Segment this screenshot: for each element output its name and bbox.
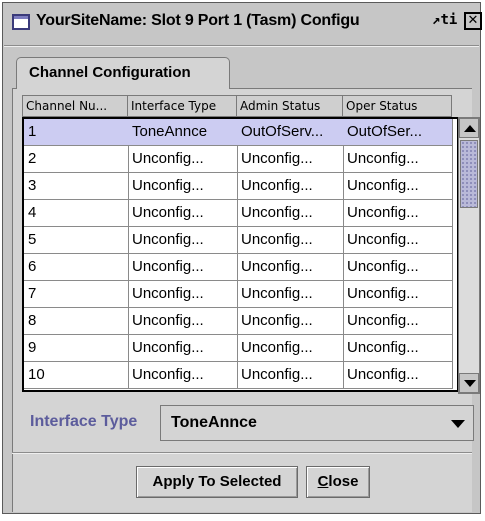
table-cell[interactable]: OutOfServ...	[237, 119, 344, 146]
scroll-thumb[interactable]	[460, 140, 478, 208]
column-header-interface-type[interactable]: Interface Type	[127, 95, 237, 117]
scroll-up-icon	[464, 125, 476, 132]
dropdown-arrow-icon	[451, 420, 465, 428]
table-cell[interactable]: 1	[24, 119, 129, 146]
table-cell[interactable]: Unconfig...	[237, 281, 344, 308]
table-cell[interactable]: Unconfig...	[343, 254, 453, 281]
table-row[interactable]: 1 ToneAnnce OutOfServ... OutOfSer...	[24, 119, 457, 146]
tab-label: Channel Configuration	[29, 64, 191, 81]
table-row[interactable]: 9 Unconfig... Unconfig... Unconfig...	[24, 335, 457, 362]
table-row[interactable]: 4 Unconfig... Unconfig... Unconfig...	[24, 200, 457, 227]
table-cell[interactable]: Unconfig...	[237, 227, 344, 254]
table-cell[interactable]: Unconfig...	[237, 146, 344, 173]
scroll-down-button[interactable]	[459, 373, 479, 393]
table-cell[interactable]: Unconfig...	[343, 173, 453, 200]
table-cell[interactable]: Unconfig...	[343, 362, 453, 389]
table-cell[interactable]: Unconfig...	[237, 200, 344, 227]
table-row[interactable]: 7 Unconfig... Unconfig... Unconfig...	[24, 281, 457, 308]
table-cell[interactable]: 6	[24, 254, 129, 281]
table-cell[interactable]: ToneAnnce	[128, 119, 238, 146]
interface-type-dropdown[interactable]: ToneAnnce	[160, 405, 474, 441]
table-cell[interactable]: Unconfig...	[237, 308, 344, 335]
table-cell[interactable]: Unconfig...	[237, 335, 344, 362]
scroll-down-icon	[464, 380, 476, 387]
table-row[interactable]: 3 Unconfig... Unconfig... Unconfig...	[24, 173, 457, 200]
table-cell[interactable]: Unconfig...	[237, 173, 344, 200]
table-cell[interactable]: Unconfig...	[128, 308, 238, 335]
apply-to-selected-button[interactable]: Apply To Selected	[136, 466, 298, 498]
footer-divider	[12, 452, 472, 454]
table-cell[interactable]: Unconfig...	[128, 335, 238, 362]
table-cell[interactable]: Unconfig...	[343, 281, 453, 308]
table-row[interactable]: 6 Unconfig... Unconfig... Unconfig...	[24, 254, 457, 281]
table-row[interactable]: 8 Unconfig... Unconfig... Unconfig...	[24, 308, 457, 335]
title-bar[interactable]: YourSiteName: Slot 9 Port 1 (Tasm) Confi…	[4, 4, 482, 42]
table-cell[interactable]: OutOfSer...	[343, 119, 453, 146]
table-cell[interactable]: Unconfig...	[128, 362, 238, 389]
table-cell[interactable]: Unconfig...	[343, 200, 453, 227]
close-mnemonic: C	[317, 473, 329, 490]
table-cell[interactable]: Unconfig...	[128, 146, 238, 173]
channel-table: Channel Nu... Interface Type Admin Statu…	[22, 95, 480, 395]
table-cell[interactable]: Unconfig...	[343, 335, 453, 362]
table-cell[interactable]: 3	[24, 173, 129, 200]
table-cell[interactable]: Unconfig...	[343, 227, 453, 254]
interface-type-label: Interface Type	[30, 413, 138, 430]
table-cell[interactable]: 5	[24, 227, 129, 254]
table-header: Channel Nu... Interface Type Admin Statu…	[22, 95, 457, 117]
table-cell[interactable]: Unconfig...	[128, 200, 238, 227]
tab-channel-configuration[interactable]: Channel Configuration	[16, 57, 230, 89]
table-cell[interactable]: Unconfig...	[343, 308, 453, 335]
column-header-admin-status[interactable]: Admin Status	[236, 95, 343, 117]
table-cell[interactable]: Unconfig...	[128, 173, 238, 200]
table-cell[interactable]: 7	[24, 281, 129, 308]
table-cell[interactable]: 2	[24, 146, 129, 173]
table-cell[interactable]: 10	[24, 362, 129, 389]
table-cell[interactable]: Unconfig...	[128, 227, 238, 254]
table-cell[interactable]: Unconfig...	[237, 254, 344, 281]
table-cell[interactable]: Unconfig...	[237, 362, 344, 389]
table-row[interactable]: 10 Unconfig... Unconfig... Unconfig...	[24, 362, 457, 389]
table-body: 1 ToneAnnce OutOfServ... OutOfSer... 2 Unconf…	[22, 117, 459, 392]
window-icon	[12, 14, 30, 30]
column-header-oper-status[interactable]: Oper Status	[342, 95, 452, 117]
table-cell[interactable]: 4	[24, 200, 129, 227]
close-icon[interactable]: ✕	[464, 12, 482, 30]
table-row[interactable]: 2 Unconfig... Unconfig... Unconfig...	[24, 146, 457, 173]
title-divider	[4, 45, 479, 47]
table-cell[interactable]: 9	[24, 335, 129, 362]
table-cell[interactable]: Unconfig...	[343, 146, 453, 173]
column-header-channel-number[interactable]: Channel Nu...	[22, 95, 128, 117]
table-cell[interactable]: 8	[24, 308, 129, 335]
table-row[interactable]: 5 Unconfig... Unconfig... Unconfig...	[24, 227, 457, 254]
table-cell[interactable]: Unconfig...	[128, 281, 238, 308]
vertical-scrollbar[interactable]	[458, 117, 480, 394]
interface-type-value: ToneAnnce	[171, 414, 257, 431]
scroll-up-button[interactable]	[459, 118, 479, 138]
table-cell[interactable]: Unconfig...	[128, 254, 238, 281]
restore-icon[interactable]: ↗ti	[432, 12, 457, 28]
window-title: YourSiteName: Slot 9 Port 1 (Tasm) Confi…	[36, 12, 360, 29]
close-button[interactable]: Close	[306, 466, 370, 498]
close-label-rest: lose	[328, 473, 359, 490]
